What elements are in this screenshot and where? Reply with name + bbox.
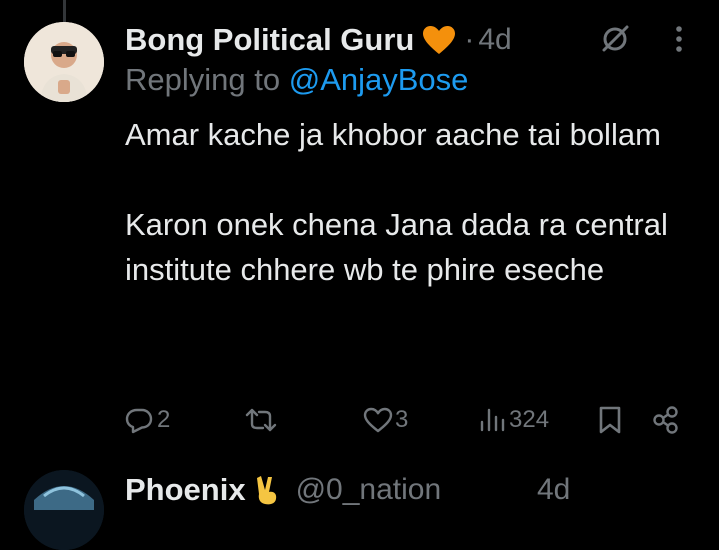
tweet-paragraph: Karon onek chena Jana dada ra central in…: [125, 207, 668, 287]
author-avatar[interactable]: [24, 22, 104, 102]
view-count: 324: [509, 406, 550, 433]
more-options-icon[interactable]: [673, 24, 685, 59]
replying-to: Replying to @AnjayBose: [125, 62, 468, 98]
like-count: 3: [395, 406, 409, 433]
next-author-handle[interactable]: @0_nation: [296, 473, 442, 507]
reply-count: 2: [157, 406, 171, 433]
views-chart-icon: [479, 406, 505, 434]
tweet-paragraph: Amar kache ja khobor aache tai bollam: [125, 117, 661, 152]
separator-dot: ·: [464, 23, 475, 56]
retweet-icon: [245, 406, 277, 434]
next-author-avatar[interactable]: [24, 470, 104, 550]
replying-prefix: Replying to: [125, 62, 281, 97]
retweet-button[interactable]: [245, 398, 281, 442]
next-author-name[interactable]: Phoenix: [125, 472, 246, 508]
heart-icon: [363, 406, 393, 434]
victory-hand-icon: [252, 474, 282, 506]
tweet-action-bar: 2 3 324: [125, 398, 695, 442]
grok-icon[interactable]: [598, 22, 632, 61]
replying-handle-link[interactable]: @AnjayBose: [289, 62, 469, 97]
share-icon: [651, 405, 681, 435]
tweet-body: Amar kache ja khobor aache tai bollam Ka…: [125, 112, 695, 292]
next-tweet-time[interactable]: 4d: [537, 473, 570, 507]
thread-connector-top: [63, 0, 66, 22]
author-name[interactable]: Bong Political Guru: [125, 22, 414, 58]
views-button[interactable]: 324: [479, 398, 549, 442]
like-button[interactable]: 3: [363, 398, 408, 442]
reply-button[interactable]: 2: [125, 398, 170, 442]
share-button[interactable]: [651, 398, 681, 442]
tweet-header: Bong Political Guru · 4d: [125, 18, 719, 62]
bookmark-icon: [597, 405, 623, 435]
orange-heart-icon: [422, 25, 456, 55]
next-tweet-header: Phoenix @0_nation 4d: [125, 468, 719, 512]
bookmark-button[interactable]: [597, 398, 623, 442]
tweet-time[interactable]: 4d: [478, 23, 511, 57]
reply-icon: [125, 406, 153, 434]
